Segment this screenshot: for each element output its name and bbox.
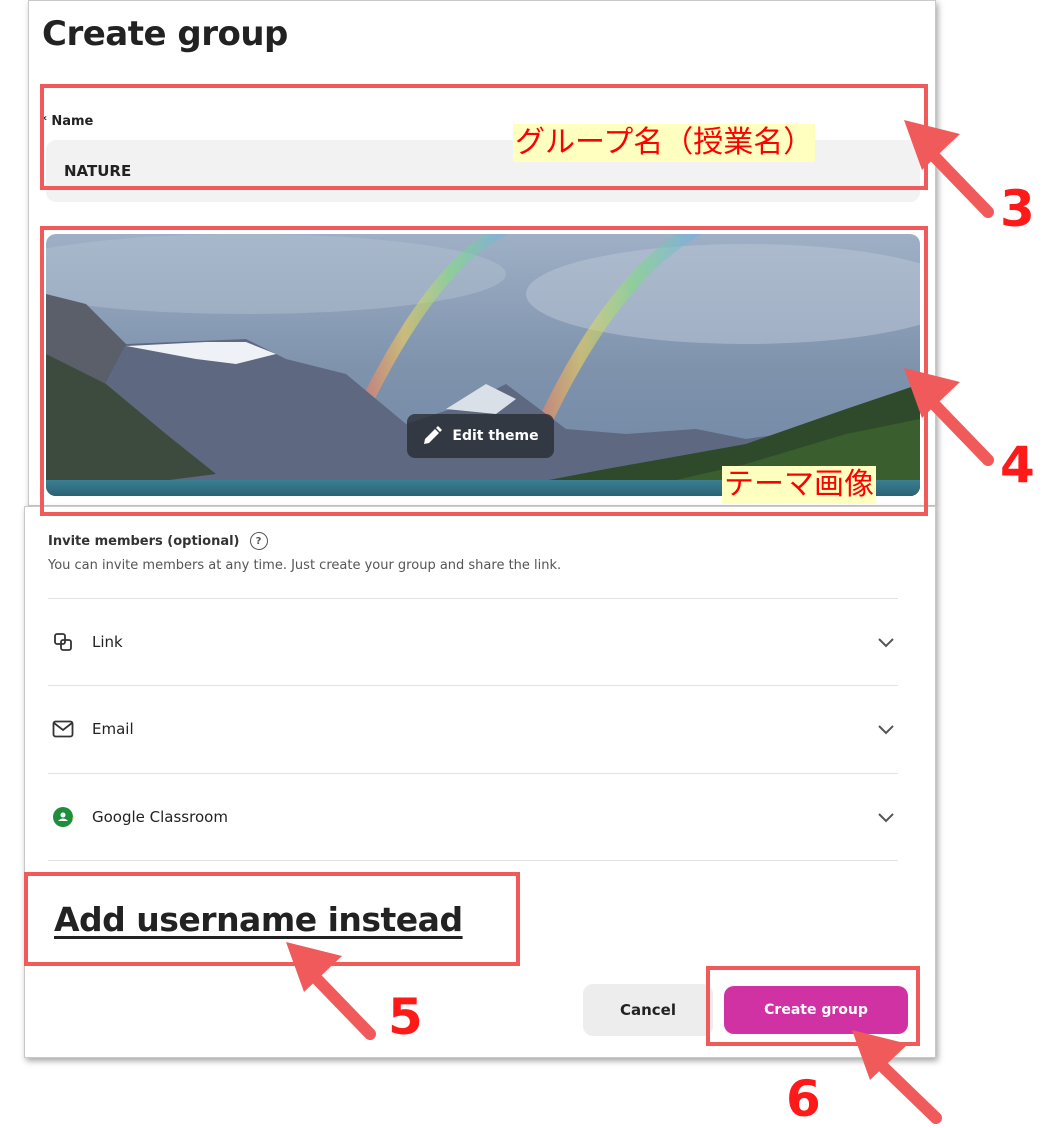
invite-option-link[interactable]: Link bbox=[48, 598, 898, 684]
invite-option-label: Link bbox=[92, 632, 123, 651]
help-icon[interactable]: ? bbox=[249, 532, 268, 550]
invite-option-label: Email bbox=[92, 719, 134, 738]
annotation-label-theme-image: テーマ画像 bbox=[722, 466, 876, 504]
annotation-label-group-name: グループ名（授業名） bbox=[513, 124, 816, 162]
invite-members-heading: Invite members (optional) ? bbox=[48, 532, 268, 550]
annotation-step-number: 4 bbox=[1000, 436, 1035, 494]
annotation-step-number: 6 bbox=[786, 1070, 821, 1128]
annotation-arrow bbox=[852, 1030, 942, 1124]
invite-description: You can invite members at any time. Just… bbox=[48, 558, 562, 573]
annotation-arrow bbox=[904, 120, 994, 218]
dialog-title: Create group bbox=[42, 14, 288, 54]
annotation-box-add-username bbox=[24, 872, 520, 966]
annotation-arrow bbox=[286, 942, 376, 1040]
invite-title-text: Invite members (optional) bbox=[48, 533, 240, 549]
invite-option-email[interactable]: Email bbox=[48, 685, 898, 771]
invite-option-google-classroom[interactable]: Google Classroom bbox=[48, 773, 898, 859]
annotation-step-number: 3 bbox=[1000, 180, 1035, 238]
link-icon bbox=[52, 631, 74, 653]
cancel-button[interactable]: Cancel bbox=[583, 984, 713, 1036]
invite-option-label: Google Classroom bbox=[92, 807, 228, 826]
chevron-down-icon[interactable] bbox=[876, 807, 896, 827]
chevron-down-icon[interactable] bbox=[876, 719, 896, 739]
chevron-down-icon[interactable] bbox=[876, 632, 896, 652]
google-classroom-icon bbox=[52, 805, 74, 828]
envelope-icon bbox=[52, 718, 74, 740]
annotation-arrow bbox=[904, 368, 994, 466]
annotation-step-number: 5 bbox=[388, 988, 423, 1046]
divider bbox=[48, 860, 898, 861]
